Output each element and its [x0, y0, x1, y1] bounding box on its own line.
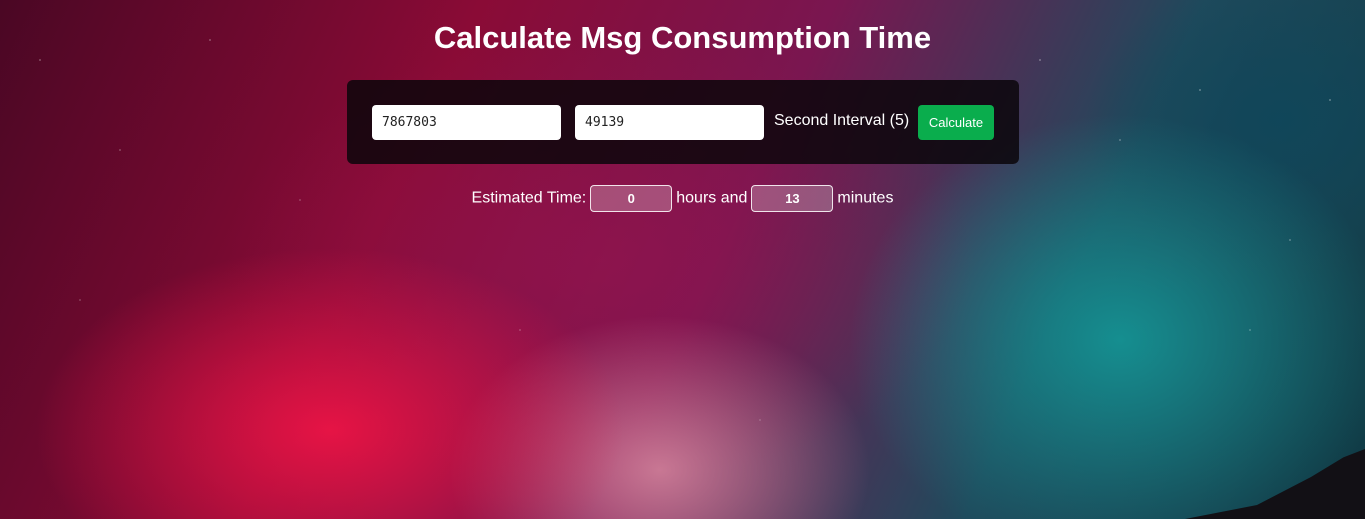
hours-label: hours and	[676, 189, 748, 207]
estimated-time-label: Estimated Time:	[471, 189, 587, 207]
minutes-output[interactable]	[751, 185, 834, 212]
hours-output[interactable]	[590, 185, 673, 212]
calculator-panel: Second Interval (5) Calculate	[347, 80, 1019, 164]
interval-label: Second Interval (5)	[774, 112, 910, 129]
calculate-button[interactable]: Calculate	[918, 105, 994, 140]
page-content: Calculate Msg Consumption Time Second In…	[0, 0, 1365, 519]
consumption-rate-input[interactable]	[575, 105, 764, 140]
page-title: Calculate Msg Consumption Time	[433, 20, 932, 55]
message-count-input[interactable]	[372, 105, 561, 140]
minutes-label: minutes	[837, 189, 894, 207]
result-row: Estimated Time: hours and minutes	[0, 185, 1365, 212]
